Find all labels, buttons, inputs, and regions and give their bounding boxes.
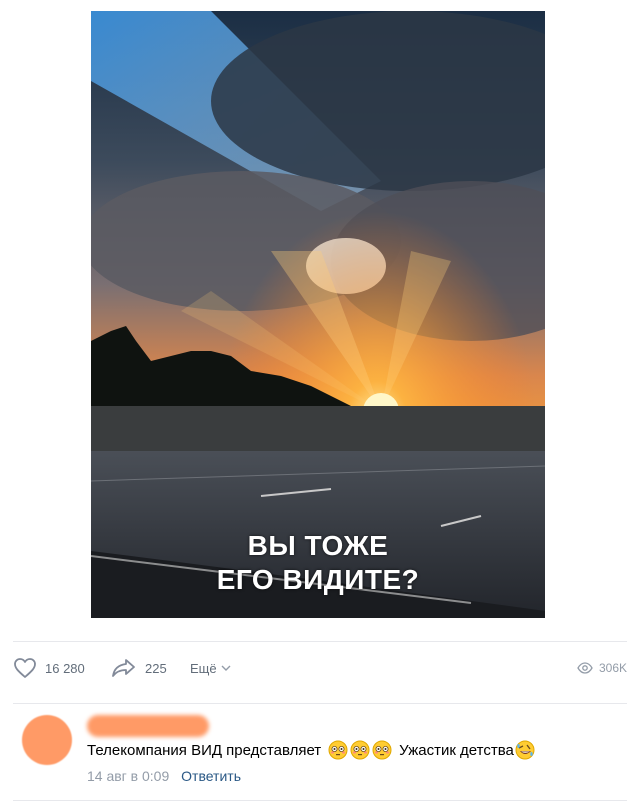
- like-button[interactable]: 16 280: [13, 652, 85, 684]
- comment-date[interactable]: 14 авг в 0:09: [87, 768, 169, 784]
- share-arrow-icon: [111, 657, 137, 679]
- emoji-group: [327, 740, 393, 760]
- reply-link[interactable]: Ответить: [181, 768, 241, 784]
- comment-text: Телекомпания ВИД представляет Ужастик де…: [87, 740, 536, 760]
- views-counter: 306K: [577, 652, 627, 684]
- eye-icon: [577, 662, 593, 674]
- more-label: Ещё: [190, 660, 217, 676]
- more-dropdown[interactable]: Ещё: [190, 652, 231, 684]
- comment-text-part-2: Ужастик детства: [399, 741, 514, 759]
- avatar[interactable]: [22, 715, 72, 765]
- share-count: 225: [145, 660, 167, 676]
- author-name-redacted[interactable]: [87, 715, 209, 737]
- rolling-laughing-face-icon: [515, 740, 535, 760]
- flushed-face-icon: [328, 740, 348, 760]
- caption-line-2: ЕГО ВИДИТЕ?: [216, 564, 420, 595]
- divider-top: [13, 641, 627, 642]
- divider-bottom: [13, 800, 627, 801]
- divider-middle: [13, 703, 627, 704]
- flushed-face-icon: [372, 740, 392, 760]
- heart-icon: [13, 657, 37, 679]
- views-count: 306K: [598, 661, 627, 675]
- chevron-down-icon: [221, 664, 231, 672]
- caption-line-1: ВЫ ТОЖЕ: [247, 530, 389, 561]
- comment-meta: 14 авг в 0:09 Ответить: [87, 768, 241, 784]
- comment: Телекомпания ВИД представляет Ужастик де…: [22, 715, 622, 795]
- post-actions-bar: 16 280 225 Ещё 306K: [13, 652, 627, 684]
- flushed-face-icon: [350, 740, 370, 760]
- share-button[interactable]: 225: [111, 652, 167, 684]
- image-caption: ВЫ ТОЖЕ ЕГО ВИДИТЕ?: [91, 529, 545, 597]
- post-image[interactable]: ВЫ ТОЖЕ ЕГО ВИДИТЕ?: [91, 11, 545, 618]
- sunset-sky-illustration: [91, 11, 545, 618]
- like-count: 16 280: [45, 660, 85, 676]
- comment-text-part-1: Телекомпания ВИД представляет: [87, 741, 322, 759]
